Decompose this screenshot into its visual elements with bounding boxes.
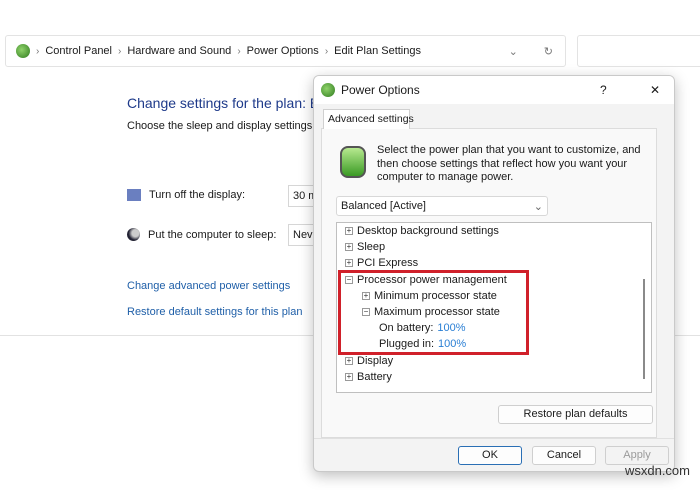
refresh-icon[interactable]: ↻ bbox=[544, 45, 553, 58]
tree-item-label: Sleep bbox=[357, 241, 386, 254]
tree-item[interactable]: + Display bbox=[345, 355, 393, 367]
tree-item-label: Battery bbox=[357, 370, 392, 383]
divider bbox=[314, 438, 674, 439]
tree-item[interactable]: + Battery bbox=[345, 371, 392, 383]
expand-icon[interactable]: + bbox=[345, 356, 353, 365]
sleep-row: Put the computer to sleep: bbox=[127, 228, 276, 241]
moon-icon bbox=[127, 228, 140, 241]
tree-item[interactable]: + Desktop background settings bbox=[345, 225, 499, 237]
power-options-dialog: Power Options ? ✕ Advanced settings Sele… bbox=[313, 75, 675, 472]
scrollbar[interactable] bbox=[643, 279, 645, 379]
chevron-down-icon[interactable]: ⌄ bbox=[509, 45, 518, 58]
chevron-right-icon: › bbox=[237, 45, 241, 57]
chevron-down-icon: ⌄ bbox=[533, 201, 543, 213]
page-title: Change settings for the plan: B bbox=[127, 95, 320, 111]
watermark: wsxdn.com bbox=[624, 463, 690, 478]
battery-plug-icon bbox=[340, 146, 366, 178]
monitor-clock-icon bbox=[127, 189, 141, 201]
restore-plan-defaults-button[interactable]: Restore plan defaults bbox=[498, 405, 653, 424]
ok-button[interactable]: OK bbox=[458, 446, 522, 465]
chevron-right-icon: › bbox=[118, 45, 122, 57]
highlight-box bbox=[338, 270, 529, 355]
breadcrumb-power-options[interactable]: Power Options bbox=[247, 45, 319, 57]
sleep-label: Put the computer to sleep: bbox=[148, 228, 277, 241]
search-input[interactable] bbox=[577, 35, 700, 67]
change-advanced-link[interactable]: Change advanced power settings bbox=[127, 280, 290, 292]
expand-icon[interactable]: + bbox=[345, 372, 353, 381]
plan-select[interactable]: Balanced [Active] ⌄ bbox=[336, 196, 548, 216]
tab-advanced-settings[interactable]: Advanced settings bbox=[323, 109, 414, 129]
chevron-right-icon: › bbox=[324, 45, 329, 57]
dialog-description: Select the power plan that you want to c… bbox=[377, 144, 641, 183]
address-bar[interactable]: › Control Panel › Hardware and Sound › P… bbox=[5, 35, 566, 67]
breadcrumb-hardware[interactable]: Hardware and Sound bbox=[127, 45, 231, 57]
page-subtitle: Choose the sleep and display settings th bbox=[127, 120, 325, 132]
breadcrumb-control-panel[interactable]: Control Panel bbox=[45, 45, 112, 57]
help-button[interactable]: ? bbox=[600, 83, 607, 97]
cancel-button[interactable]: Cancel bbox=[532, 446, 596, 465]
expand-icon[interactable]: + bbox=[345, 227, 353, 235]
tree-item[interactable]: + Sleep bbox=[345, 241, 385, 253]
expand-icon[interactable]: + bbox=[345, 259, 353, 268]
tree-item-label: Display bbox=[357, 354, 394, 367]
control-panel-icon bbox=[16, 44, 30, 58]
restore-defaults-link[interactable]: Restore default settings for this plan bbox=[127, 306, 302, 318]
dialog-titlebar: Power Options ? ✕ bbox=[314, 76, 674, 104]
tree-item-label: PCI Express bbox=[357, 257, 419, 270]
close-button[interactable]: ✕ bbox=[650, 83, 660, 97]
dialog-title: Power Options bbox=[341, 83, 420, 97]
tree-item-label: Desktop background settings bbox=[357, 225, 499, 237]
display-row: Turn off the display: bbox=[127, 189, 245, 201]
chevron-right-icon: › bbox=[36, 45, 40, 57]
expand-icon[interactable]: + bbox=[345, 243, 353, 252]
display-label: Turn off the display: bbox=[149, 189, 245, 201]
plan-select-value: Balanced [Active] bbox=[341, 200, 426, 212]
tree-item[interactable]: + PCI Express bbox=[345, 257, 418, 269]
power-options-icon bbox=[321, 83, 335, 97]
breadcrumb-edit-plan[interactable]: Edit Plan Settings bbox=[334, 45, 421, 57]
